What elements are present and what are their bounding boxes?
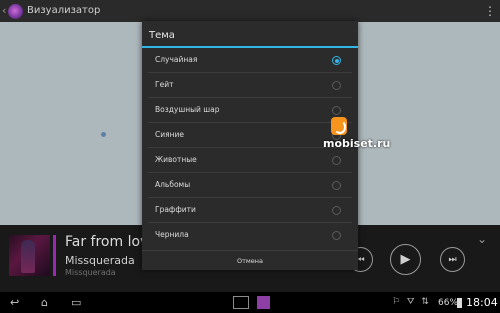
clock: 18:04 [466,296,498,309]
theme-option-label: Граффити [155,205,196,214]
battery-icon [457,298,462,308]
radio-button[interactable] [332,156,341,165]
theme-option[interactable]: Животные [142,148,358,173]
theme-option-label: Альбомы [155,180,191,189]
theme-option-label: Сияние [155,130,185,139]
app-title: Визуализатор [27,5,101,16]
theme-option-label: Животные [155,155,197,164]
visualizer-particle [101,132,106,137]
theme-option[interactable]: Гейт [142,73,358,98]
skip-next-icon: ⏭ [448,254,457,265]
album-name: Missquerada [65,268,116,277]
theme-option-label: Воздушный шар [155,105,220,114]
radio-button[interactable] [332,56,341,65]
theme-option[interactable]: Чернила [142,223,358,248]
small-app-icon[interactable] [257,296,270,309]
theme-option[interactable]: Воздушный шар [142,98,358,123]
radio-button[interactable] [332,106,341,115]
radio-button[interactable] [332,231,341,240]
battery-percent: 66% [438,298,459,308]
radio-button[interactable] [332,181,341,190]
theme-option[interactable]: Граффити [142,198,358,223]
theme-option[interactable]: Альбомы [142,173,358,198]
watermark-text: mobiset.ru [323,137,391,150]
artist-name: Missquerada [65,254,135,267]
skip-next-button[interactable]: ⏭ [440,247,465,272]
album-art-figure [21,240,35,273]
chevron-left-icon[interactable]: ‹ [2,4,6,18]
nav-back-icon[interactable]: ↩ [10,296,19,309]
nav-home-icon[interactable]: ⌂ [41,296,48,309]
theme-option-label: Гейт [155,80,174,89]
theme-option-label: Чернила [155,230,189,239]
play-button[interactable]: ▶ [390,244,421,275]
small-app-icon[interactable] [233,296,249,309]
theme-option[interactable]: Случайная [142,48,358,73]
app-icon[interactable] [8,4,23,19]
cancel-button[interactable]: Отмена [142,250,358,270]
nav-recents-icon[interactable]: ▭ [71,296,81,309]
chevron-down-icon[interactable]: ⌄ [477,232,487,246]
accent-bar [53,235,56,276]
theme-option-label: Случайная [155,55,198,64]
radio-button[interactable] [332,81,341,90]
dialog-title: Тема [149,30,175,41]
status-icons: ⚐ ⛛ ⇅ [392,297,431,307]
more-vert-icon[interactable]: ⋮ [484,4,496,18]
watermark-logo [331,117,347,135]
radio-button[interactable] [332,206,341,215]
play-icon: ▶ [400,252,411,267]
